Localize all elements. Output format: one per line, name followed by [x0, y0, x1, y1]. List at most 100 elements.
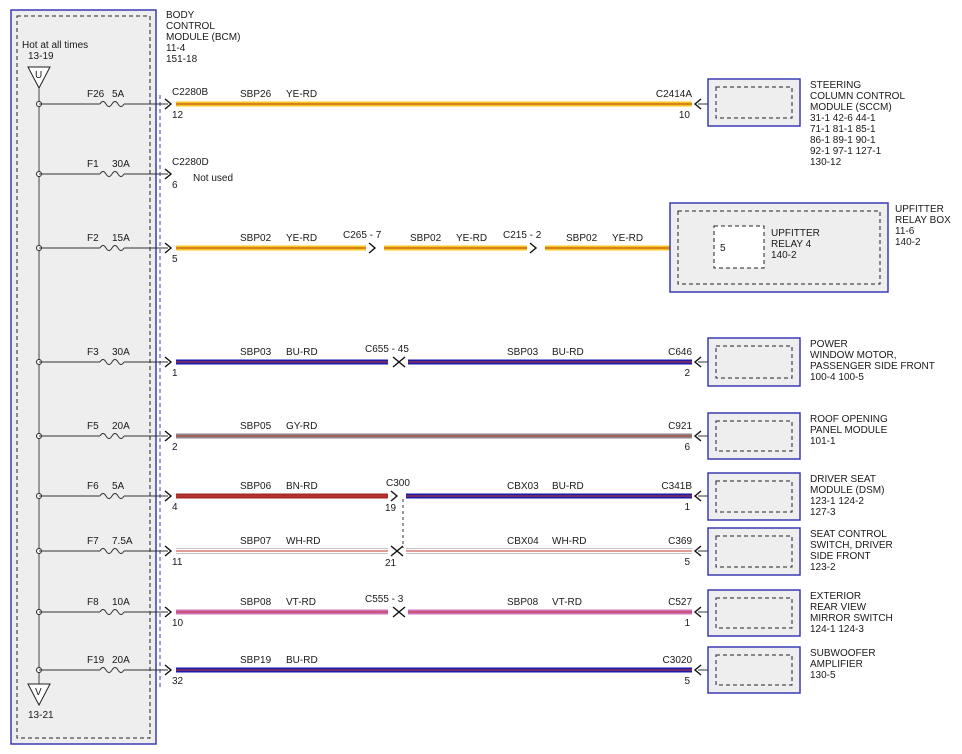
- circuit-id: SBP02: [240, 233, 272, 244]
- fuse-rating: 5A: [112, 89, 125, 100]
- module-5-name-0: DRIVER SEAT: [810, 474, 876, 485]
- end-pin-label: 6: [684, 442, 690, 453]
- circuit-id: SBP07: [240, 536, 272, 547]
- module-0-ref-2: 86-1 89-1 90-1: [810, 135, 876, 146]
- end-connector-label: C527: [668, 597, 692, 608]
- fuse-label: F1: [87, 159, 99, 170]
- fuse-rating: 20A: [112, 421, 130, 432]
- bcm-title-2: CONTROL: [166, 21, 215, 32]
- module-0-ref-4: 130-12: [810, 157, 842, 168]
- fuse-rating: 30A: [112, 159, 130, 170]
- bcm-pin-label: 4: [172, 502, 178, 513]
- end-connector-label: C2414A: [656, 89, 692, 100]
- circuit-id: SBP06: [240, 481, 272, 492]
- splice-arrow-icon: [397, 606, 406, 618]
- splice-label: C655 - 45: [365, 344, 409, 355]
- bcm-pin-label: 2: [172, 442, 178, 453]
- fuse-label: F19: [87, 655, 105, 666]
- module-4-name-1: PANEL MODULE: [810, 425, 888, 436]
- wire-color-code: VT-RD: [286, 597, 316, 608]
- splice-arrow-icon: [368, 242, 377, 254]
- module-7-name-1: REAR VIEW: [810, 602, 867, 613]
- end-pin-label: 10: [679, 110, 691, 121]
- upfitter-box-ref-1: 140-2: [895, 237, 921, 248]
- junction-pin-out: 21: [385, 558, 397, 569]
- fuse-rating: 15A: [112, 233, 130, 244]
- end-connector-label: C341B: [661, 481, 692, 492]
- ground-ref: 13-21: [28, 710, 54, 721]
- hot-ref: 13-19: [28, 51, 54, 62]
- wire-color-code: YE-RD: [456, 233, 487, 244]
- wiring-diagram: BODY CONTROL MODULE (BCM) 11-4 151-18 Ho…: [10, 9, 951, 745]
- module-6-name-1: SWITCH, DRIVER: [810, 540, 893, 551]
- module-0-ref-1: 71-1 81-1 85-1: [810, 124, 876, 135]
- module-0-name-2: MODULE (SCCM): [810, 102, 892, 113]
- power-feed-glyph: U: [35, 70, 42, 81]
- bcm-pin-label: 6: [172, 180, 178, 191]
- end-connector-label: C921: [668, 421, 692, 432]
- module-8-name-1: AMPLIFIER: [810, 659, 863, 670]
- bcm-pin-label: 32: [172, 676, 184, 687]
- end-pin-label: 5: [684, 676, 690, 687]
- bcm-pin-label: 12: [172, 110, 184, 121]
- wire-color-code: BU-RD: [552, 481, 584, 492]
- bcm-title-1: BODY: [166, 10, 195, 21]
- not-used-note: Not used: [193, 173, 233, 184]
- end-connector-label: C646: [668, 347, 692, 358]
- relay-ref: 140-2: [771, 250, 797, 261]
- fuse-label: F5: [87, 421, 99, 432]
- wire-color-code: WH-RD: [286, 536, 320, 547]
- wire-color-code: YE-RD: [612, 233, 643, 244]
- module-6-name-2: SIDE FRONT: [810, 551, 871, 562]
- splice-arrow-icon: [529, 242, 538, 254]
- end-connector-label: C369: [668, 536, 692, 547]
- module-box-8: [707, 646, 801, 694]
- fuse-label: F7: [87, 536, 99, 547]
- circuit-id: SBP05: [240, 421, 272, 432]
- wire-color-code: YE-RD: [286, 233, 317, 244]
- wire-color-code: WH-RD: [552, 536, 586, 547]
- wire-color-code: GY-RD: [286, 421, 317, 432]
- circuit-id: SBP02: [566, 233, 598, 244]
- module-7-name-2: MIRROR SWITCH: [810, 613, 893, 624]
- splice-arrow-icon: [397, 356, 406, 368]
- module-8-name-0: SUBWOOFER: [810, 648, 876, 659]
- module-0-ref-3: 92-1 97-1 127-1: [810, 146, 882, 157]
- end-pin-label: 2: [684, 368, 690, 379]
- module-0-ref-0: 31-1 42-6 44-1: [810, 113, 876, 124]
- module-4-name-0: ROOF OPENING: [810, 414, 888, 425]
- splice-label: C215 - 2: [503, 230, 542, 241]
- wire-color-code: BU-RD: [552, 347, 584, 358]
- circuit-id: CBX04: [507, 536, 539, 547]
- module-box-0: [707, 78, 801, 127]
- wire-color-code: BN-RD: [286, 481, 318, 492]
- circuits-layer: F26 5A12C2280B SBP26 YE-RD C2414A10STEERINGC…: [36, 78, 951, 694]
- wire-color-code: BU-RD: [286, 655, 318, 666]
- fuse-rating: 10A: [112, 597, 130, 608]
- bcm-module-frame: [10, 9, 157, 745]
- end-pin-label: 1: [684, 618, 690, 629]
- upfitter-box-name-0: UPFITTER: [895, 204, 944, 215]
- fuse-label: F8: [87, 597, 99, 608]
- module-box-3: [707, 337, 801, 387]
- wire-color-code: VT-RD: [552, 597, 582, 608]
- module-box-7: [707, 589, 801, 637]
- bcm-pin-label: 1: [172, 368, 178, 379]
- circuit-id: CBX03: [507, 481, 539, 492]
- end-pin-label: 5: [684, 557, 690, 568]
- module-7-name-0: EXTERIOR: [810, 591, 861, 602]
- fuse-rating: 5A: [112, 481, 125, 492]
- module-0-name-0: STEERING: [810, 80, 861, 91]
- bcm-connector-label: C2280D: [172, 157, 209, 168]
- fuse-label: F26: [87, 89, 105, 100]
- bcm-connector-label: C2280B: [172, 87, 208, 98]
- wire-color-code: BU-RD: [286, 347, 318, 358]
- module-5-ref-1: 127-3: [810, 507, 836, 518]
- relay-pin-label: 5: [720, 243, 726, 254]
- end-pin-label: 1: [684, 502, 690, 513]
- fuse-label: F6: [87, 481, 99, 492]
- splice-label: C265 - 7: [343, 230, 382, 241]
- hot-at-all-times-label: Hot at all times: [22, 40, 88, 51]
- module-5-ref-0: 123-1 124-2: [810, 496, 864, 507]
- circuit-id: SBP08: [507, 597, 539, 608]
